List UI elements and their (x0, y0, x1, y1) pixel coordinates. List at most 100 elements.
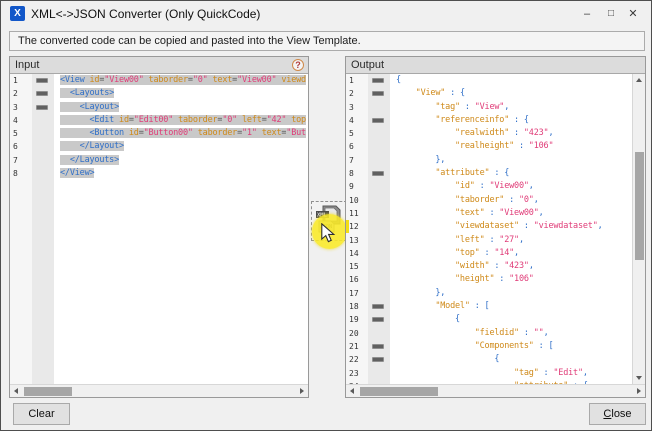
code-line[interactable]: 4 "referenceinfo" : { (346, 114, 632, 127)
code-line[interactable]: 11 "text" : "View00", (346, 207, 632, 220)
line-number: 6 (346, 140, 368, 153)
clear-button[interactable]: Clear (13, 403, 70, 425)
scroll-down-arrow-icon[interactable] (633, 371, 646, 384)
fold-gutter-cell (368, 300, 390, 313)
fold-collapse-icon[interactable] (36, 105, 48, 110)
code-line[interactable]: 12 "viewdataset" : "viewdataset", (346, 220, 632, 233)
vscroll-thumb[interactable] (635, 152, 644, 260)
code-line[interactable]: 9 "id" : "View00", (346, 180, 632, 193)
input-horizontal-scrollbar[interactable] (10, 384, 308, 397)
fold-gutter-cell (368, 180, 390, 193)
code-line[interactable]: 17 }, (346, 287, 632, 300)
code-line[interactable]: 18 "Model" : [ (346, 300, 632, 313)
code-line[interactable]: 4 <Edit id="Edit00" taborder="0" left="4… (10, 114, 308, 127)
code-line[interactable]: 13 "left" : "27", (346, 234, 632, 247)
code-line[interactable]: 1{ (346, 74, 632, 87)
title-bar[interactable]: X XML<->JSON Converter (Only QuickCode) … (1, 1, 651, 27)
fold-gutter-cell (368, 101, 390, 114)
scroll-left-arrow-icon[interactable] (346, 385, 359, 398)
help-icon[interactable]: ? (292, 59, 304, 71)
close-button-label: Close (603, 404, 631, 424)
scroll-right-arrow-icon[interactable] (295, 385, 308, 398)
line-number: 8 (346, 167, 368, 180)
line-number: 5 (10, 127, 32, 140)
fold-collapse-icon[interactable] (372, 78, 384, 83)
output-horizontal-scrollbar[interactable] (346, 384, 645, 397)
code-line[interactable]: 1<View id="View00" taborder="0" text="Vi… (10, 74, 308, 87)
line-number: 7 (10, 154, 32, 167)
code-line[interactable]: 2 "View" : { (346, 87, 632, 100)
mouse-cursor (321, 223, 336, 244)
code-line[interactable]: 8</View> (10, 167, 308, 180)
code-text: <Button id="Button00" taborder="1" text=… (54, 127, 306, 140)
code-line[interactable]: 19 { (346, 313, 632, 326)
fold-collapse-icon[interactable] (372, 344, 384, 349)
hscroll-thumb[interactable] (24, 387, 72, 396)
close-button[interactable]: Close (589, 403, 646, 425)
fold-gutter-cell (32, 154, 54, 167)
code-text: </View> (54, 167, 94, 180)
code-line[interactable]: 7 </Layouts> (10, 154, 308, 167)
code-line[interactable]: 10 "taborder" : "0", (346, 194, 632, 207)
line-number: 4 (10, 114, 32, 127)
line-number: 1 (346, 74, 368, 87)
fold-gutter-cell (368, 140, 390, 153)
fold-gutter-cell (368, 313, 390, 326)
line-number: 11 (346, 207, 368, 220)
input-code-editor[interactable]: 1<View id="View00" taborder="0" text="Vi… (10, 74, 308, 384)
line-number: 13 (346, 234, 368, 247)
hscroll-thumb[interactable] (360, 387, 438, 396)
minimize-button[interactable]: – (577, 5, 597, 23)
fold-gutter-cell (368, 207, 390, 220)
code-text: "tag" : "View", (390, 101, 509, 114)
scroll-left-arrow-icon[interactable] (10, 385, 23, 398)
maximize-button[interactable]: □ (601, 5, 621, 23)
line-number: 2 (10, 87, 32, 100)
output-code-editor[interactable]: 1{2 "View" : {3 "tag" : "View",4 "refere… (346, 74, 632, 384)
scroll-up-arrow-icon[interactable] (633, 74, 646, 87)
code-line[interactable]: 20 "fieldid" : "", (346, 327, 632, 340)
code-line[interactable]: 14 "top" : "14", (346, 247, 632, 260)
code-line[interactable]: 5 <Button id="Button00" taborder="1" tex… (10, 127, 308, 140)
code-line[interactable]: 2 <Layouts> (10, 87, 308, 100)
fold-collapse-icon[interactable] (36, 78, 48, 83)
code-line[interactable]: 3 "tag" : "View", (346, 101, 632, 114)
fold-collapse-icon[interactable] (372, 91, 384, 96)
code-line[interactable]: 7 }, (346, 154, 632, 167)
fold-gutter-cell (368, 340, 390, 353)
code-text: { (390, 313, 460, 326)
line-number: 1 (10, 74, 32, 87)
line-number: 22 (346, 353, 368, 366)
fold-collapse-icon[interactable] (36, 91, 48, 96)
fold-collapse-icon[interactable] (372, 357, 384, 362)
fold-gutter-cell (368, 273, 390, 286)
fold-collapse-icon[interactable] (372, 317, 384, 322)
code-line[interactable]: 23 "tag" : "Edit", (346, 367, 632, 380)
fold-gutter-cell (368, 194, 390, 207)
code-text: </Layout> (54, 140, 124, 153)
code-line[interactable]: 22 { (346, 353, 632, 366)
output-vertical-scrollbar[interactable] (632, 74, 645, 384)
code-line[interactable]: 8 "attribute" : { (346, 167, 632, 180)
fold-gutter-cell (368, 74, 390, 87)
code-text: "tag" : "Edit", (390, 367, 588, 380)
fold-collapse-icon[interactable] (372, 118, 384, 123)
code-line[interactable]: 6 </Layout> (10, 140, 308, 153)
fold-collapse-icon[interactable] (372, 171, 384, 176)
code-text: "referenceinfo" : { (390, 114, 529, 127)
close-window-button[interactable]: ✕ (623, 5, 643, 23)
window-title: XML<->JSON Converter (Only QuickCode) (31, 7, 260, 21)
scroll-right-arrow-icon[interactable] (632, 385, 645, 398)
line-number: 23 (346, 367, 368, 380)
code-line[interactable]: 16 "height" : "106" (346, 273, 632, 286)
code-line[interactable]: 3 <Layout> (10, 101, 308, 114)
code-line[interactable]: 21 "Components" : [ (346, 340, 632, 353)
code-line[interactable]: 15 "width" : "423", (346, 260, 632, 273)
input-panel-title: Input (15, 59, 39, 71)
fold-collapse-icon[interactable] (372, 304, 384, 309)
fold-gutter-cell (368, 367, 390, 380)
code-line[interactable]: 5 "realwidth" : "423", (346, 127, 632, 140)
code-line[interactable]: 6 "realheight" : "106" (346, 140, 632, 153)
fold-gutter-cell (368, 353, 390, 366)
code-text: "height" : "106" (390, 273, 534, 286)
